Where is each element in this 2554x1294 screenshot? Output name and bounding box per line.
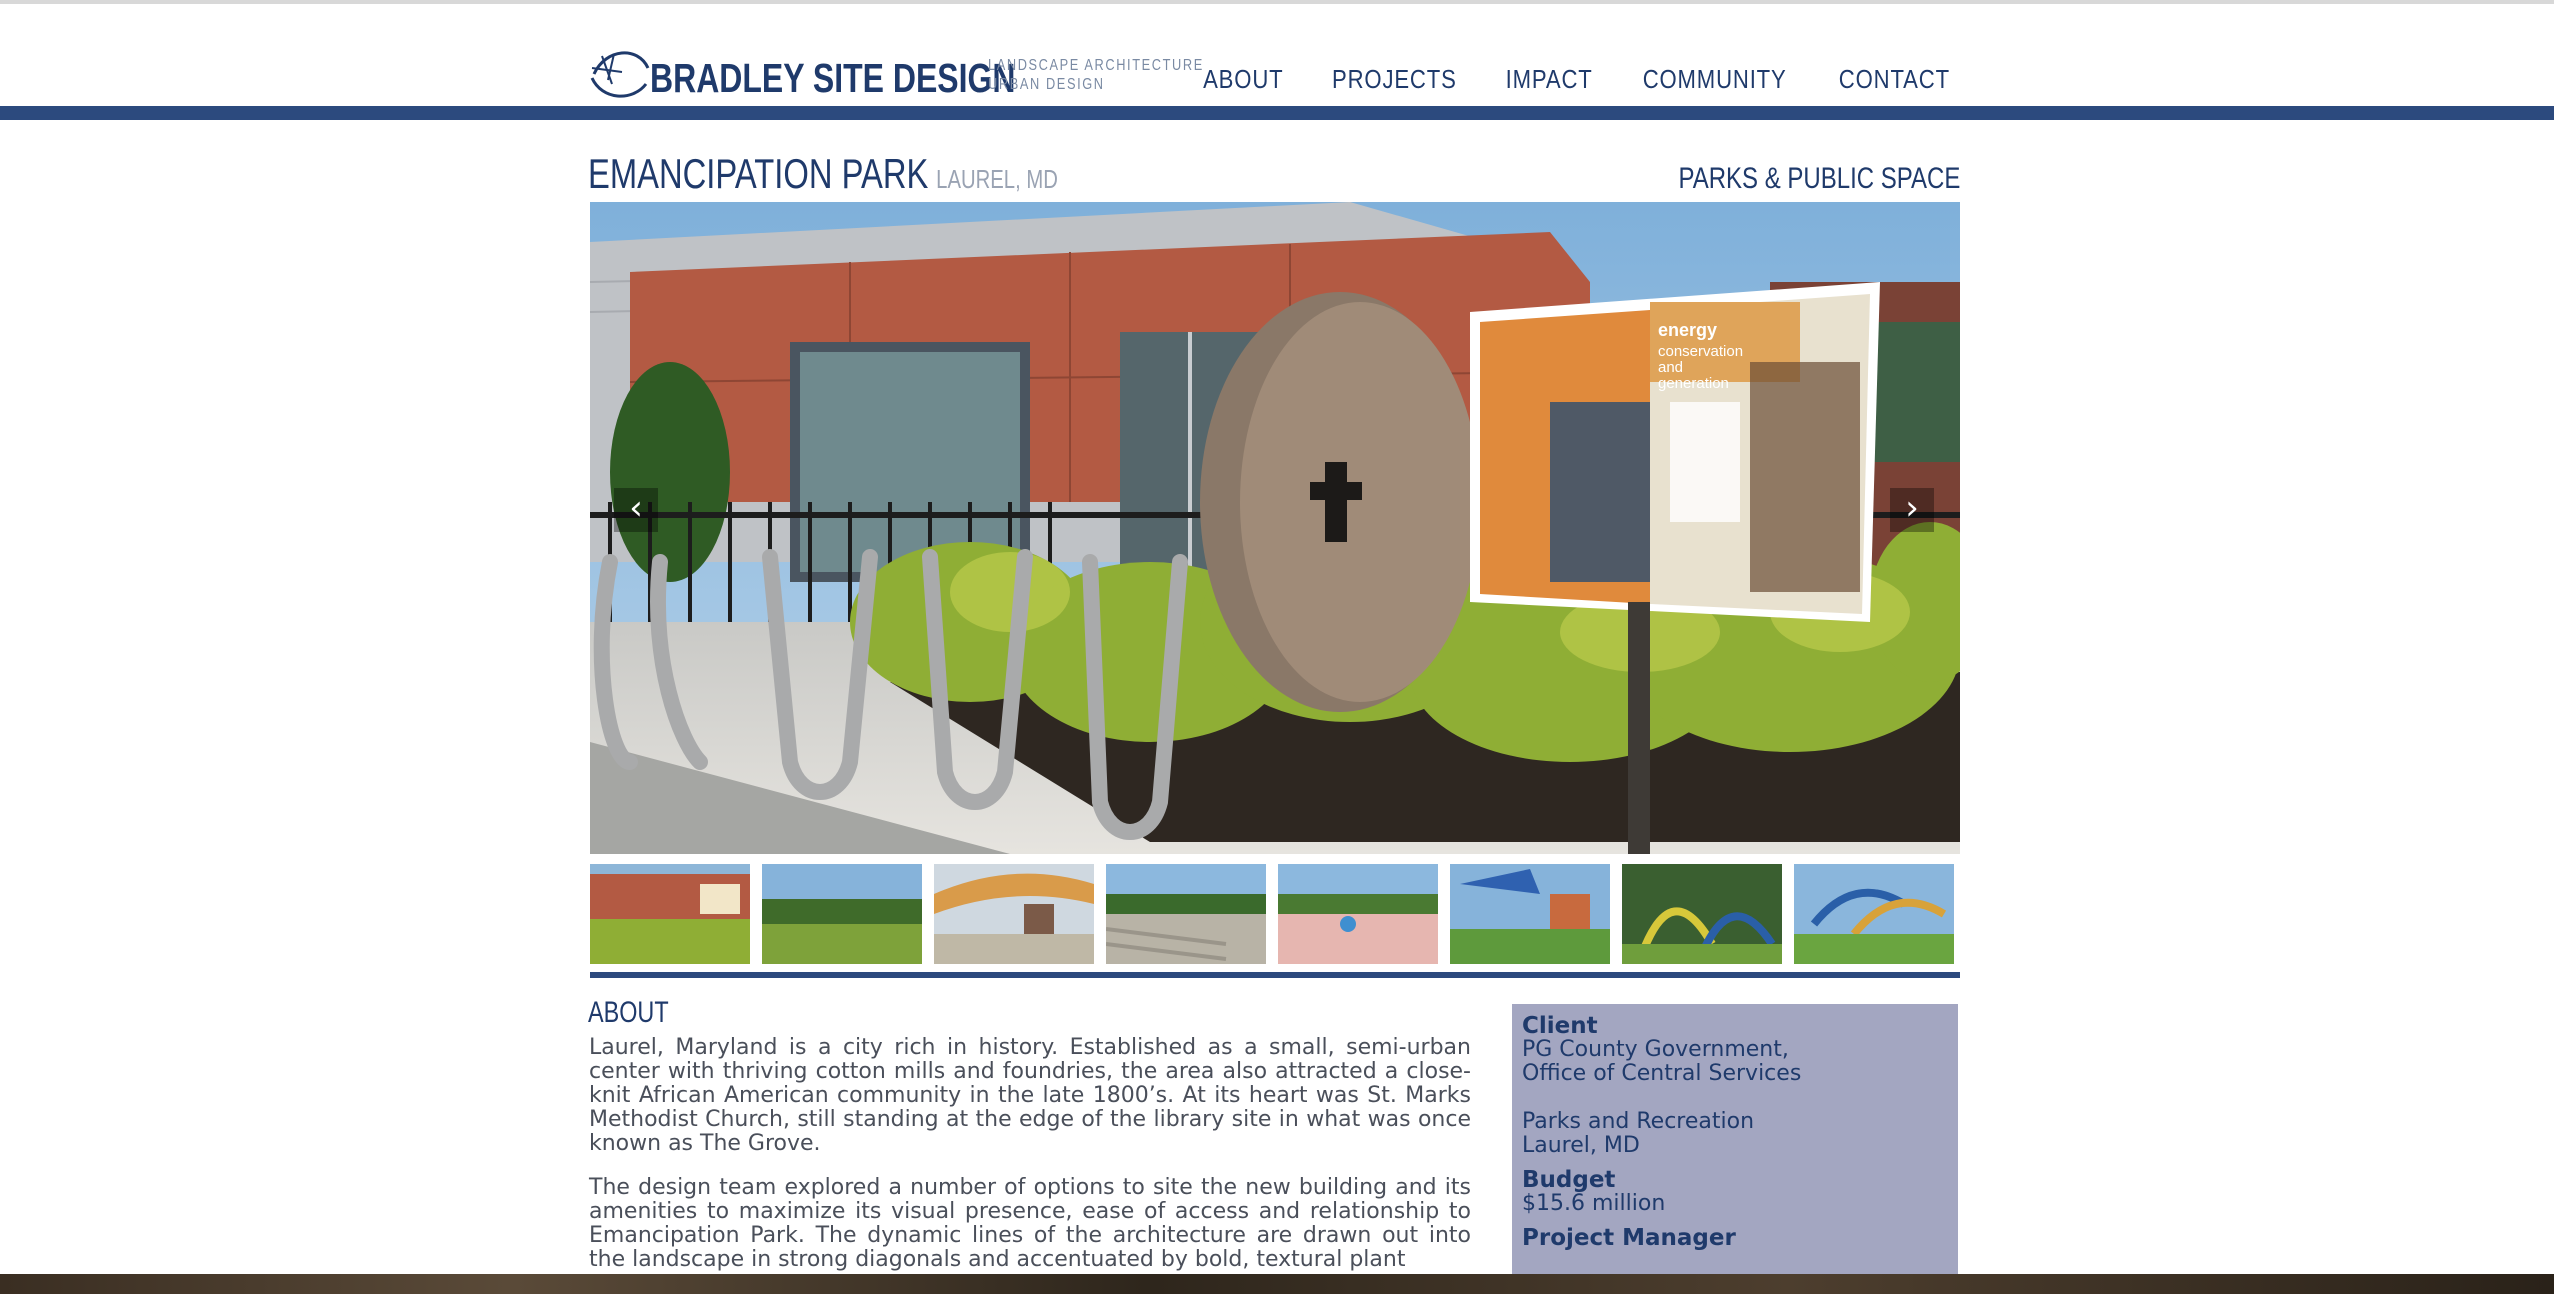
hero-photo: energy conservation and generation <box>590 202 1960 854</box>
thumbnail-1[interactable] <box>590 864 750 964</box>
slideshow-next-button[interactable]: › <box>1890 488 1934 532</box>
nav-about[interactable]: ABOUT <box>1203 64 1283 95</box>
slideshow-prev-button[interactable]: ‹ <box>614 488 658 532</box>
svg-text:and: and <box>1658 359 1683 376</box>
client-line-2: Office of Central Services <box>1522 1061 1802 1086</box>
chevron-left-icon: ‹ <box>629 488 643 528</box>
nav-community[interactable]: COMMUNITY <box>1643 64 1787 95</box>
brand-tagline: LANDSCAPE ARCHITECTURE URBAN DESIGN <box>988 56 1204 94</box>
thumbnail-7[interactable] <box>1622 864 1782 964</box>
main-nav: ABOUT PROJECTS IMPACT COMMUNITY CONTACT <box>1196 64 1960 95</box>
page-title: EMANCIPATION PARK LAUREL, MD <box>588 150 1058 198</box>
thumbnail-5[interactable] <box>1278 864 1438 964</box>
thumbnail-8[interactable] <box>1794 864 1954 964</box>
client-label: Client <box>1522 1013 1598 1039</box>
client2-line-1: Parks and Recreation <box>1522 1109 1755 1134</box>
project-location: LAUREL, MD <box>936 164 1058 194</box>
chevron-right-icon: › <box>1905 488 1919 528</box>
budget-value: $15.6 million <box>1522 1191 1666 1216</box>
client-line-1: PG County Government, <box>1522 1037 1789 1062</box>
about-paragraph-1: Laurel, Maryland is a city rich in histo… <box>589 1035 1471 1156</box>
about-heading: ABOUT <box>588 996 669 1029</box>
project-title: EMANCIPATION PARK <box>588 150 929 197</box>
nav-impact[interactable]: IMPACT <box>1505 64 1592 95</box>
brand-name: BRADLEY SITE DESIGN <box>650 55 1016 101</box>
svg-text:generation: generation <box>1658 375 1729 392</box>
tagline-line-2: URBAN DESIGN <box>988 76 1105 93</box>
thumbnail-6[interactable] <box>1450 864 1610 964</box>
dragonfly-logo-icon <box>590 51 650 98</box>
slideshow-thumbnails <box>590 864 1960 964</box>
about-text: Laurel, Maryland is a city rich in histo… <box>589 1036 1471 1292</box>
thumbnail-4[interactable] <box>1106 864 1266 964</box>
project-info-panel: Client PG County Government, Office of C… <box>1512 1004 1958 1276</box>
page-bottom-background <box>0 1274 2554 1294</box>
project-manager-label: Project Manager <box>1522 1225 1736 1251</box>
project-category-link[interactable]: PARKS & PUBLIC SPACE <box>1678 162 1960 196</box>
nav-contact[interactable]: CONTACT <box>1839 64 1950 95</box>
tagline-line-1: LANDSCAPE ARCHITECTURE <box>988 57 1204 74</box>
svg-text:energy: energy <box>1658 320 1717 340</box>
thumbnail-2[interactable] <box>762 864 922 964</box>
nav-projects[interactable]: PROJECTS <box>1332 64 1457 95</box>
section-divider <box>590 972 1960 978</box>
thumbnail-3[interactable] <box>934 864 1094 964</box>
client2-line-2: Laurel, MD <box>1522 1133 1640 1158</box>
browser-top-line <box>0 0 2554 4</box>
slideshow-main-image: energy conservation and generation <box>590 202 1960 854</box>
svg-text:conservation: conservation <box>1658 343 1743 360</box>
about-paragraph-2: The design team explored a number of opt… <box>589 1175 1471 1272</box>
header-band <box>0 106 2554 120</box>
budget-label: Budget <box>1522 1167 1616 1193</box>
